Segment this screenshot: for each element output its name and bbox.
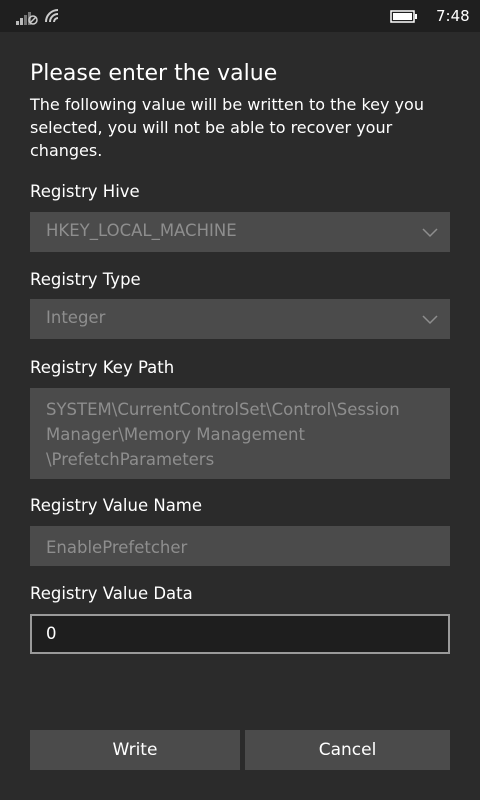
registry-value-data-input[interactable]: 0: [30, 614, 450, 654]
registry-key-path-label: Registry Key Path: [30, 358, 175, 377]
dialog-description: The following value will be written to t…: [30, 95, 424, 160]
registry-edit-dialog: Please enter the value The following val…: [0, 32, 480, 800]
signal-icon: [16, 12, 38, 25]
write-button[interactable]: Write: [30, 730, 240, 770]
dialog-title: Please enter the value: [30, 61, 278, 86]
registry-value-data-label: Registry Value Data: [30, 584, 193, 603]
chevron-down-icon: [422, 228, 438, 238]
registry-value-name-label: Registry Value Name: [30, 496, 203, 515]
registry-type-value: Integer: [46, 308, 106, 327]
registry-type-select[interactable]: Integer: [30, 299, 450, 339]
registry-hive-value: HKEY_LOCAL_MACHINE: [46, 221, 237, 240]
registry-hive-select[interactable]: HKEY_LOCAL_MACHINE: [30, 212, 450, 252]
battery-icon: [390, 10, 417, 23]
status-bar: 7:48: [0, 0, 480, 32]
cancel-button[interactable]: Cancel: [245, 730, 450, 770]
chevron-down-icon: [422, 315, 438, 325]
status-time: 7:48: [436, 7, 470, 25]
registry-type-label: Registry Type: [30, 270, 141, 289]
registry-key-path-field: SYSTEM\CurrentControlSet\Control\Session…: [30, 388, 450, 479]
registry-value-name-field: EnablePrefetcher: [30, 526, 450, 566]
wifi-icon: [45, 9, 59, 23]
registry-hive-label: Registry Hive: [30, 182, 140, 201]
